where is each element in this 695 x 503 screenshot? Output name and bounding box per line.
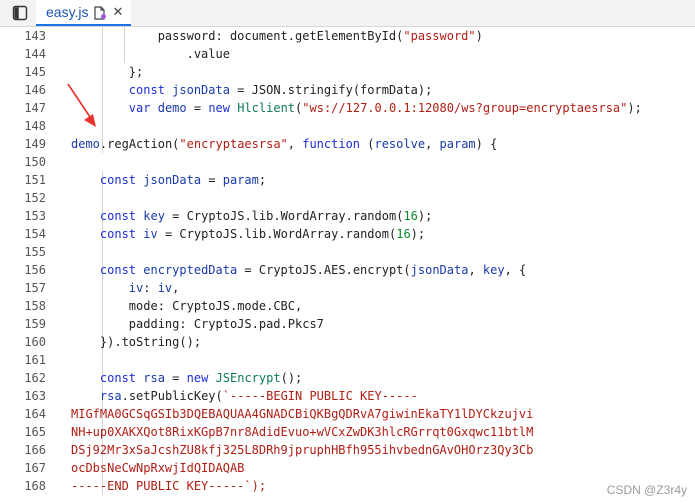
code-line: 165 NH+up0XAKXQot8RixKGpB7nr8AdidEvuo+wVC… (0, 423, 695, 441)
line-number: 159 (24, 317, 46, 331)
tab-easy-js[interactable]: easy.js ✕ (36, 0, 132, 26)
code-text: const iv = CryptoJS.lib.WordArray.random… (99, 227, 426, 241)
line-number: 162 (24, 371, 46, 385)
code-text: padding: CryptoJS.pad.Pkcs7 (128, 317, 324, 331)
code-text: var demo = new Hlclient("ws://127.0.0.1:… (128, 101, 642, 115)
line-number: 152 (24, 191, 46, 205)
code-text: const encryptedData = CryptoJS.AES.encry… (99, 263, 527, 277)
code-text: iv: iv, (128, 281, 180, 295)
sidebar-toggle-icon[interactable] (12, 5, 28, 21)
code-text: -----END PUBLIC KEY-----`); (71, 479, 267, 493)
code-line: 157 iv: iv, (0, 279, 695, 297)
code-line: 168 -----END PUBLIC KEY-----`); (0, 477, 695, 495)
line-number: 150 (24, 155, 46, 169)
code-line: 144 .value (0, 45, 695, 63)
code-text: demo.regAction("encryptaesrsa", function… (71, 137, 498, 151)
code-text: NH+up0XAKXQot8RixKGpB7nr8AdidEvuo+wVCxZw… (71, 425, 534, 439)
code-text: MIGfMA0GCSqGSIb3DQEBAQUAA4GNADCBiQKBgQDR… (71, 407, 534, 421)
close-icon[interactable]: ✕ (113, 6, 124, 19)
code-text: }; (71, 65, 144, 79)
line-number: 158 (24, 299, 46, 313)
code-line: 151 const jsonData = param; (0, 171, 695, 189)
line-number: 149 (24, 137, 46, 151)
annotation-arrow-icon (67, 83, 96, 127)
code-text: const jsonData = JSON.stringify(formData… (128, 83, 433, 97)
line-number: 144 (24, 47, 46, 61)
line-number: 168 (24, 479, 46, 493)
line-number: 151 (24, 173, 46, 187)
code-line: 160 }).toString(); (0, 333, 695, 351)
code-line: 146 const jsonData = JSON.stringify(form… (0, 81, 695, 99)
code-editor[interactable]: 143 password: document.getElementById("p… (0, 27, 695, 503)
code-line: 150 (0, 153, 695, 171)
code-line: 164 MIGfMA0GCSqGSIb3DQEBAQUAA4GNADCBiQKBg… (0, 405, 695, 423)
editor-tab-bar: easy.js ✕ (0, 0, 695, 27)
line-number: 155 (24, 245, 46, 259)
file-modified-icon (93, 5, 106, 20)
line-number: 167 (24, 461, 46, 475)
code-line: 162 const rsa = new JSEncrypt(); (0, 369, 695, 387)
code-line: 155 (0, 243, 695, 261)
line-number: 165 (24, 425, 46, 439)
code-text: mode: CryptoJS.mode.CBC, (128, 299, 303, 313)
line-number: 161 (24, 353, 46, 367)
line-number: 153 (24, 209, 46, 223)
code-text: const jsonData = param; (99, 173, 267, 187)
code-line: 145 }; (0, 63, 695, 81)
code-line: 167 ocDbsNeCwNpRxwjIdQIDAQAB (0, 459, 695, 477)
code-text: const rsa = new JSEncrypt(); (99, 371, 303, 385)
line-number: 160 (24, 335, 46, 349)
line-number: 154 (24, 227, 46, 241)
code-line: 156 const encryptedData = CryptoJS.AES.e… (0, 261, 695, 279)
code-line: 161 (0, 351, 695, 369)
code-line: 153 const key = CryptoJS.lib.WordArray.r… (0, 207, 695, 225)
code-line: 166 DSj92Mr3xSaJcshZU8kfj325L8DRh9jpruphH… (0, 441, 695, 459)
line-number: 166 (24, 443, 46, 457)
line-number: 163 (24, 389, 46, 403)
line-number: 148 (24, 119, 46, 133)
code-text: password: document.getElementById("passw… (157, 29, 483, 43)
line-number: 157 (24, 281, 46, 295)
code-line: 148 (0, 117, 695, 135)
line-number: 156 (24, 263, 46, 277)
code-text: .value (71, 47, 230, 61)
code-line: 154 const iv = CryptoJS.lib.WordArray.ra… (0, 225, 695, 243)
line-number: 147 (24, 101, 46, 115)
line-number: 164 (24, 407, 46, 421)
line-number: 146 (24, 83, 46, 97)
code-line: 163 rsa.setPublicKey(`-----BEGIN PUBLIC … (0, 387, 695, 405)
line-number: 145 (24, 65, 46, 79)
code-text: rsa.setPublicKey(`-----BEGIN PUBLIC KEY-… (99, 389, 418, 403)
code-text: const key = CryptoJS.lib.WordArray.rando… (99, 209, 433, 223)
code-line: 147 var demo = new Hlclient("ws://127.0.… (0, 99, 695, 117)
code-line: 149 demo.regAction("encryptaesrsa", funct… (0, 135, 695, 153)
code-line: 143 password: document.getElementById("p… (0, 27, 695, 45)
code-line: 158 mode: CryptoJS.mode.CBC, (0, 297, 695, 315)
code-line: 152 (0, 189, 695, 207)
line-number: 143 (24, 29, 46, 43)
code-line: 159 padding: CryptoJS.pad.Pkcs7 (0, 315, 695, 333)
code-text: }).toString(); (71, 335, 202, 349)
code-text: DSj92Mr3xSaJcshZU8kfj325L8DRh9jpruphHBfh… (71, 443, 534, 457)
watermark: CSDN @Z3r4y (606, 483, 687, 497)
code-text: ocDbsNeCwNpRxwjIdQIDAQAB (71, 461, 245, 475)
tab-label: easy.js (46, 4, 89, 20)
